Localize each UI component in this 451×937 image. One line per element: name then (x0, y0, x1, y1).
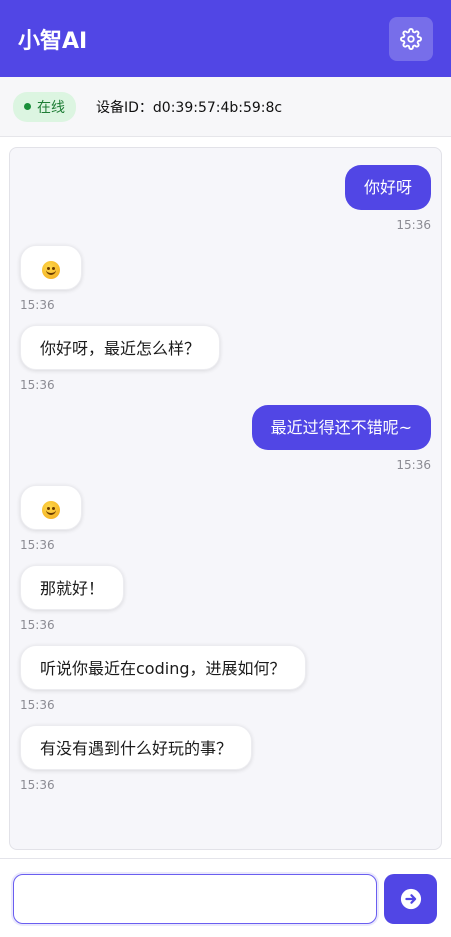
message-time: 15:36 (396, 218, 431, 232)
status-dot-icon (24, 103, 31, 110)
status-bar: 在线 设备ID：d0:39:57:4b:59:8c (0, 77, 451, 137)
message-time: 15:36 (20, 618, 55, 632)
bot-message: 那就好！ (20, 565, 125, 610)
smiling-face-icon (42, 260, 60, 279)
message-bubble (20, 485, 82, 530)
message-bubble: 你好呀，最近怎么样？ (20, 325, 221, 370)
send-arrow-icon (400, 888, 421, 910)
message-time: 15:36 (20, 538, 55, 552)
smiling-face-icon (42, 500, 60, 519)
message-time: 15:36 (396, 458, 431, 472)
bot-message: 听说你最近在coding，进展如何？ (20, 645, 306, 690)
user-message: 你好呀 (344, 165, 431, 210)
message-bubble: 有没有遇到什么好玩的事？ (20, 725, 253, 770)
settings-button[interactable] (389, 16, 433, 61)
bot-message: 有没有遇到什么好玩的事？ (20, 725, 253, 770)
message-bubble: 那就好！ (20, 565, 125, 610)
app-header: 小智AI (0, 0, 451, 77)
online-status-label: 在线 (37, 99, 65, 116)
chat-message-list[interactable]: 你好呀 15:36 15:36 你好呀，最近怎么样？ 15:36 最近过得还不错… (9, 147, 442, 850)
bot-message: 你好呀，最近怎么样？ (20, 325, 221, 370)
user-message: 最近过得还不错呢~ (251, 405, 431, 450)
app-title: 小智AI (18, 28, 88, 54)
message-bubble: 听说你最近在coding，进展如何？ (20, 645, 306, 690)
message-bubble: 最近过得还不错呢~ (251, 405, 431, 450)
bot-message (20, 485, 82, 530)
online-status-badge: 在线 (13, 91, 76, 122)
gear-icon (400, 27, 422, 50)
bot-message (20, 245, 82, 290)
message-time: 15:36 (20, 378, 55, 392)
device-id: 设备ID：d0:39:57:4b:59:8c (96, 99, 283, 116)
message-bubble (20, 245, 82, 290)
message-time: 15:36 (20, 698, 55, 712)
message-time: 15:36 (20, 298, 55, 312)
message-time: 15:36 (20, 778, 55, 792)
input-bar (0, 858, 451, 937)
message-input[interactable] (13, 874, 377, 924)
send-button[interactable] (384, 874, 437, 924)
message-bubble: 你好呀 (344, 165, 431, 210)
